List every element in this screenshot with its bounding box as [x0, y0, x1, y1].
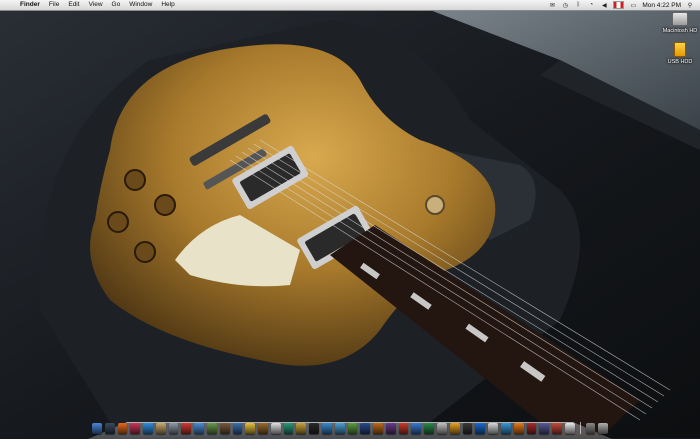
address-book-icon[interactable]	[219, 423, 230, 434]
app-icon[interactable]	[500, 423, 511, 434]
menu-window[interactable]: Window	[129, 0, 152, 10]
dock	[91, 418, 609, 434]
usb-drive-icon	[674, 42, 686, 57]
dock-separator	[579, 422, 581, 434]
app-icon[interactable]	[398, 423, 409, 434]
hard-drive-icon	[672, 12, 688, 26]
input-source-flag-icon[interactable]	[613, 1, 625, 9]
safari-icon[interactable]	[143, 423, 153, 434]
spotlight-icon[interactable]: ⚲	[686, 1, 694, 9]
app-icon[interactable]	[539, 423, 550, 434]
menu-help[interactable]: Help	[161, 0, 174, 10]
menu-clock[interactable]: Mon 4:22 PM	[642, 2, 681, 9]
app-icon[interactable]	[526, 423, 537, 434]
desktop-icon-label: Macintosh HD	[662, 28, 698, 34]
bluetooth-icon[interactable]: ᛒ	[574, 1, 582, 9]
iphoto-icon[interactable]	[232, 423, 243, 434]
app-icon[interactable]	[296, 423, 307, 434]
app-icon[interactable]	[411, 423, 422, 434]
menu-view[interactable]: View	[89, 0, 103, 10]
app-icon[interactable]	[437, 423, 447, 434]
mail-icon[interactable]	[194, 423, 204, 434]
utility-icon[interactable]	[347, 423, 358, 434]
menu-extras: ✉ ◷ ᛒ ◔ ◀ ▭ Mon 4:22 PM ⚲	[548, 1, 694, 9]
battery-icon[interactable]: ▭	[629, 1, 637, 9]
desktop-wallpaper	[0, 0, 700, 438]
time-machine-icon[interactable]	[283, 423, 294, 434]
script-menu-icon[interactable]: ✉	[548, 1, 556, 9]
app-icon[interactable]	[462, 423, 473, 434]
menu-finder[interactable]: Finder	[20, 0, 40, 10]
textedit-icon[interactable]	[270, 423, 281, 434]
star-icon[interactable]	[245, 423, 256, 434]
desktop-icon-macintosh-hd[interactable]: Macintosh HD	[662, 12, 698, 34]
menu-go[interactable]: Go	[112, 0, 121, 10]
guitar-icon[interactable]	[258, 423, 268, 434]
photo-icon[interactable]	[206, 423, 217, 434]
app-icon[interactable]	[552, 423, 562, 434]
trash-icon[interactable]	[598, 423, 609, 434]
menu-bar: Finder File Edit View Go Window Help ✉ ◷…	[0, 0, 700, 11]
app-icon[interactable]	[475, 423, 486, 434]
firefox-icon[interactable]	[117, 423, 128, 434]
terminal-icon[interactable]	[309, 423, 319, 434]
app-icon[interactable]	[488, 423, 498, 434]
app-icon[interactable]	[385, 423, 396, 434]
ical-icon[interactable]	[564, 423, 575, 434]
ical-icon[interactable]	[181, 423, 192, 434]
finder-icon[interactable]	[91, 423, 102, 434]
menu-edit[interactable]: Edit	[68, 0, 79, 10]
activity-monitor-icon[interactable]	[322, 423, 332, 434]
app-icon[interactable]	[449, 423, 460, 434]
dashboard-icon[interactable]	[104, 423, 115, 434]
photoshop-icon[interactable]	[360, 423, 371, 434]
menu-file[interactable]: File	[49, 0, 59, 10]
desktop-icon-label: USB HDD	[667, 59, 693, 65]
wifi-icon[interactable]: ◔	[587, 1, 595, 9]
vlc-icon[interactable]	[513, 423, 524, 434]
itunes-icon[interactable]	[130, 423, 141, 434]
system-preferences-icon[interactable]	[168, 423, 179, 434]
time-machine-menu-icon[interactable]: ◷	[561, 1, 569, 9]
volume-icon[interactable]: ◀	[600, 1, 608, 9]
world-icon[interactable]	[334, 423, 345, 434]
preview-icon[interactable]	[155, 423, 166, 434]
app-icon[interactable]	[424, 423, 435, 434]
illustrator-icon[interactable]	[373, 423, 383, 434]
documents-stack-icon[interactable]	[585, 423, 596, 434]
desktop-icon-usb-hdd[interactable]: USB HDD	[662, 42, 698, 65]
